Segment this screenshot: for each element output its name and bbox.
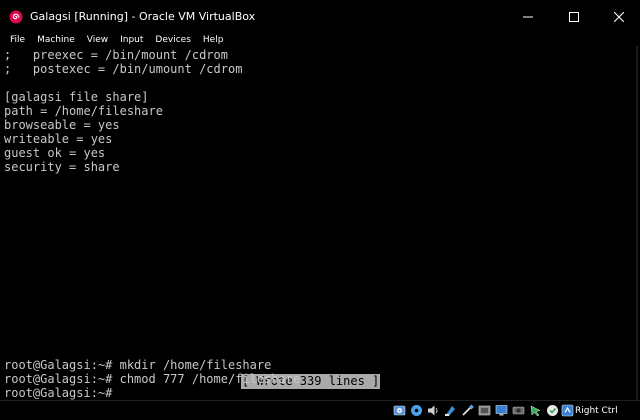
minimize-button[interactable] [506,4,550,30]
terminal-line: path = /home/fileshare [4,104,163,118]
menu-machine[interactable]: Machine [31,34,81,46]
close-icon [614,12,624,22]
menu-help[interactable]: Help [197,34,230,46]
terminal-line: guest ok = yes [4,146,106,160]
terminal-line: ; postexec = /bin/umount /cdrom [4,62,243,76]
window-title: Galagsi [Running] - Oracle VM VirtualBox [30,10,256,23]
shell-prompt-line: root@Galagsi:~# chmod 777 /home/fileshar… [4,372,301,386]
menu-devices[interactable]: Devices [149,34,196,46]
vm-console[interactable]: ; preexec = /bin/mount /cdrom ; postexec… [0,46,638,400]
display-icon[interactable] [495,404,508,417]
minimize-icon [523,16,533,18]
network-icon[interactable] [444,404,457,417]
video-capture-icon[interactable] [512,404,525,417]
maximize-icon [569,12,579,22]
audio-icon[interactable] [427,404,440,417]
terminal-line: [galagsi file share] [4,90,149,104]
terminal-line: writeable = yes [4,132,113,146]
host-key-label: Right Ctrl [575,406,618,416]
optical-drive-icon[interactable] [410,404,423,417]
virtualbox-window: Galagsi [Running] - Oracle VM VirtualBox… [0,0,640,420]
maximize-button[interactable] [552,4,596,30]
keyboard-capture-icon[interactable] [546,404,559,417]
shell-prompt-line: root@Galagsi:~# [4,386,113,400]
host-key-indicator-icon[interactable] [561,404,574,417]
close-button[interactable] [597,4,640,30]
terminal-line: ; preexec = /bin/mount /cdrom [4,48,228,62]
terminal-line: security = share [4,160,120,174]
menu-bar: File Machine View Input Devices Help [0,34,640,46]
menu-file[interactable]: File [0,34,31,46]
title-bar[interactable]: Galagsi [Running] - Oracle VM VirtualBox [0,0,640,34]
hard-disk-icon[interactable] [393,404,406,417]
menu-view[interactable]: View [81,34,114,46]
vm-status-bar: Right Ctrl [0,400,640,420]
shell-prompt-line: root@Galagsi:~# mkdir /home/fileshare [4,358,272,372]
debian-logo-icon [9,10,23,24]
terminal-line: browseable = yes [4,118,120,132]
menu-input[interactable]: Input [114,34,149,46]
shared-folders-icon[interactable] [478,404,491,417]
mouse-integration-icon[interactable] [529,404,542,417]
usb-icon[interactable] [461,404,474,417]
